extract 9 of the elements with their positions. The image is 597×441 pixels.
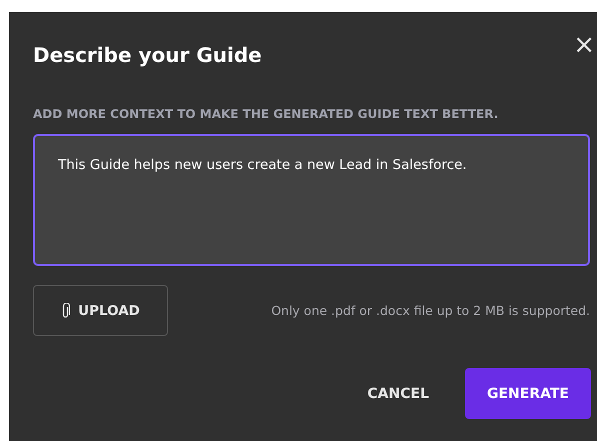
generate-button[interactable]: GENERATE (465, 368, 591, 419)
upload-hint: Only one .pdf or .docx file up to 2 MB is supported. (271, 303, 590, 318)
paperclip-icon (61, 302, 70, 318)
dialog-title: Describe your Guide (33, 42, 262, 68)
field-label: ADD MORE CONTEXT TO MAKE THE GENERATED GUIDE TEXT BETTER. (33, 107, 500, 121)
close-button[interactable]: × (573, 32, 595, 58)
description-field[interactable]: This Guide helps new users create a new Lead in Salesforce. (33, 134, 590, 266)
upload-button[interactable]: UPLOAD (33, 285, 168, 336)
cancel-button[interactable]: CANCEL (347, 368, 449, 419)
